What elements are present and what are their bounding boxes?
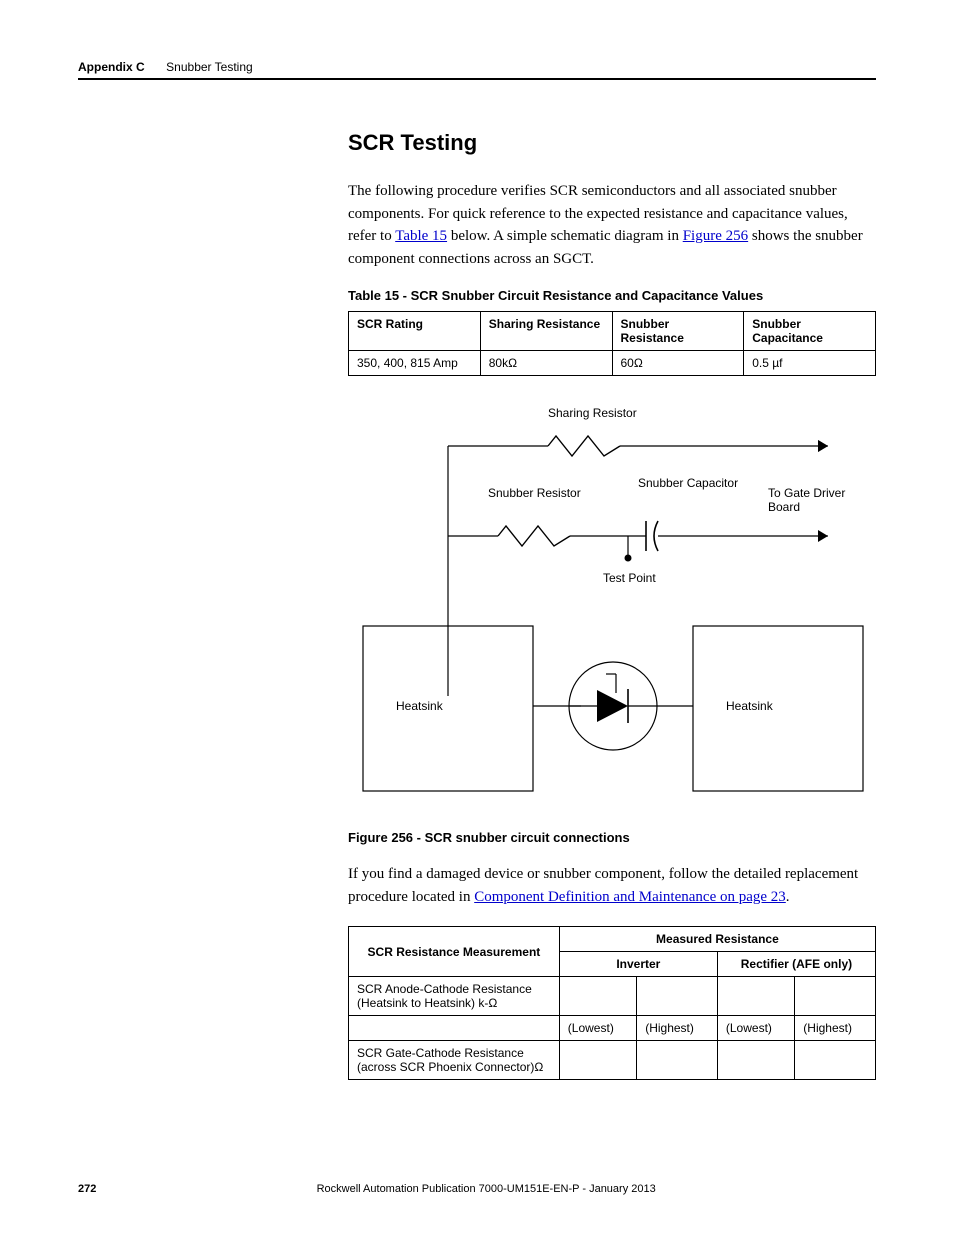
t2-h3: Inverter bbox=[559, 952, 717, 977]
to-gate-label: To Gate Driver Board bbox=[768, 486, 878, 514]
schematic-svg bbox=[348, 406, 878, 816]
t2-high1: (Highest) bbox=[637, 1016, 718, 1041]
t2-high2: (Highest) bbox=[795, 1016, 876, 1041]
table15-caption: Table 15 - SCR Snubber Circuit Resistanc… bbox=[348, 288, 876, 303]
t15-c2: 80kΩ bbox=[480, 351, 612, 376]
appendix-label: Appendix C bbox=[78, 60, 145, 74]
t2-r1c3 bbox=[717, 977, 794, 1016]
heatsink-left-label: Heatsink bbox=[396, 699, 443, 713]
t2-r2c3 bbox=[717, 1041, 794, 1080]
main-content: SCR Testing The following procedure veri… bbox=[348, 130, 876, 1080]
component-def-link[interactable]: Component Definition and Maintenance on … bbox=[474, 889, 786, 905]
figure256-caption: Figure 256 - SCR snubber circuit connect… bbox=[348, 830, 876, 845]
t2-h1: SCR Resistance Measurement bbox=[349, 927, 560, 977]
page-header: Appendix C Snubber Testing bbox=[78, 60, 876, 80]
t2-r2c1 bbox=[559, 1041, 636, 1080]
t2-lh-empty bbox=[349, 1016, 560, 1041]
t15-h2: Sharing Resistance bbox=[480, 312, 612, 351]
t2-r1c1 bbox=[559, 977, 636, 1016]
t15-c1: 350, 400, 815 Amp bbox=[349, 351, 481, 376]
table15-link[interactable]: Table 15 bbox=[395, 228, 447, 244]
schematic-figure: Sharing Resistor Snubber Resistor Snubbe… bbox=[348, 406, 878, 816]
t2-r2: SCR Gate-Cathode Resistance (across SCR … bbox=[349, 1041, 560, 1080]
t2-r1c2 bbox=[637, 977, 718, 1016]
paragraph-2: If you find a damaged device or snubber … bbox=[348, 863, 876, 908]
t15-h3: Snubber Resistance bbox=[612, 312, 744, 351]
t15-c3: 60Ω bbox=[612, 351, 744, 376]
heatsink-right-label: Heatsink bbox=[726, 699, 773, 713]
t2-h4: Rectifier (AFE only) bbox=[717, 952, 875, 977]
t2-h2: Measured Resistance bbox=[559, 927, 875, 952]
page-footer: 272 Rockwell Automation Publication 7000… bbox=[78, 1183, 876, 1195]
page-number: 272 bbox=[78, 1183, 96, 1195]
measurement-table: SCR Resistance Measurement Measured Resi… bbox=[348, 926, 876, 1080]
t2-r1: SCR Anode-Cathode Resistance (Heatsink t… bbox=[349, 977, 560, 1016]
t2-r1c4 bbox=[795, 977, 876, 1016]
t2-low2: (Lowest) bbox=[717, 1016, 794, 1041]
t2-r2c2 bbox=[637, 1041, 718, 1080]
t15-h4: Snubber Capacitance bbox=[744, 312, 876, 351]
t15-h1: SCR Rating bbox=[349, 312, 481, 351]
intro-text-2: below. A simple schematic diagram in bbox=[447, 228, 683, 244]
snubber-capacitor-label: Snubber Capacitor bbox=[638, 476, 738, 490]
figure256-link[interactable]: Figure 256 bbox=[683, 228, 748, 244]
t2-low1: (Lowest) bbox=[559, 1016, 636, 1041]
t2-r2c4 bbox=[795, 1041, 876, 1080]
section-title: SCR Testing bbox=[348, 130, 876, 156]
table15: SCR Rating Sharing Resistance Snubber Re… bbox=[348, 311, 876, 376]
sharing-resistor-label: Sharing Resistor bbox=[548, 406, 637, 420]
p2-text-2: . bbox=[786, 889, 790, 905]
t15-c4: 0.5 µf bbox=[744, 351, 876, 376]
intro-paragraph: The following procedure verifies SCR sem… bbox=[348, 180, 876, 270]
header-topic: Snubber Testing bbox=[166, 60, 253, 74]
test-point-label: Test Point bbox=[603, 571, 656, 585]
snubber-resistor-label: Snubber Resistor bbox=[488, 486, 581, 500]
publication-info: Rockwell Automation Publication 7000-UM1… bbox=[78, 1183, 876, 1195]
